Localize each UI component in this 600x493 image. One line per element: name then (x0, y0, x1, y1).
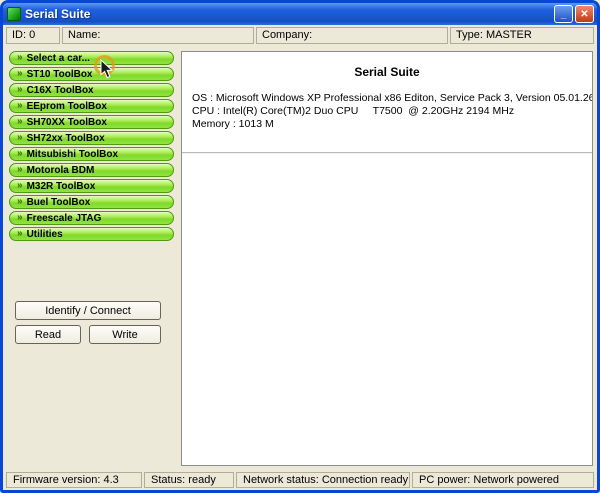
chevron-icon: » (17, 84, 23, 95)
sidebar-item-label: SH72xx ToolBox (26, 132, 105, 144)
main-panel-title: Serial Suite (354, 65, 420, 79)
minimize-button[interactable]: _ (554, 5, 573, 23)
sidebar-item-motorola-bdm[interactable]: » Motorola BDM (9, 163, 174, 177)
system-info-cpu: CPU : Intel(R) Core(TM)2 Duo CPU T7500 @… (192, 105, 515, 117)
sidebar-item-eeprom-toolbox[interactable]: » EEprom ToolBox (9, 99, 174, 113)
chevron-icon: » (17, 164, 23, 175)
system-info-os: OS : Microsoft Windows XP Professional x… (192, 92, 593, 104)
sidebar-item-st10-toolbox[interactable]: » ST10 ToolBox (9, 67, 174, 81)
sidebar-item-sh72xx-toolbox[interactable]: » SH72xx ToolBox (9, 131, 174, 145)
chevron-icon: » (17, 68, 23, 79)
sidebar-item-m32r-toolbox[interactable]: » M32R ToolBox (9, 179, 174, 193)
sidebar-item-select-a-car[interactable]: » Select a car... (9, 51, 174, 65)
sidebar-item-sh70xx-toolbox[interactable]: » SH70XX ToolBox (9, 115, 174, 129)
sidebar-item-label: EEprom ToolBox (26, 100, 107, 112)
type-field: Type: MASTER (450, 27, 594, 44)
chevron-icon: » (17, 100, 23, 111)
window-title: Serial Suite (25, 7, 91, 21)
status-bar: Firmware version: 4.3 Status: ready Netw… (3, 470, 597, 490)
sidebar-item-label: ST10 ToolBox (26, 68, 93, 80)
chevron-icon: » (17, 180, 23, 191)
action-buttons: Identify / Connect Read Write (9, 301, 177, 344)
sidebar-item-label: SH70XX ToolBox (26, 116, 107, 128)
ready-status: Status: ready (144, 472, 234, 488)
sidebar-item-label: Buel ToolBox (26, 196, 91, 208)
sidebar-item-freescale-jtag[interactable]: » Freescale JTAG (9, 211, 174, 225)
read-button[interactable]: Read (15, 325, 81, 344)
chevron-icon: » (17, 212, 23, 223)
name-field: Name: (62, 27, 254, 44)
sidebar-item-utilities[interactable]: » Utilities (9, 227, 174, 241)
sidebar-item-label: Freescale JTAG (26, 212, 102, 224)
chevron-icon: » (17, 52, 23, 63)
serial-suite-window: Serial Suite _ ✕ ID: 0 Name: Company: Ty… (0, 0, 600, 493)
company-field: Company: (256, 27, 448, 44)
chevron-icon: » (17, 148, 23, 159)
chevron-icon: » (17, 196, 23, 207)
sidebar-item-label: C16X ToolBox (26, 84, 94, 96)
identify-connect-button[interactable]: Identify / Connect (15, 301, 161, 320)
close-button[interactable]: ✕ (575, 5, 594, 23)
window-controls: _ ✕ (554, 5, 594, 23)
sidebar-item-c16x-toolbox[interactable]: » C16X ToolBox (9, 83, 174, 97)
sidebar: » Select a car... » ST10 ToolBox » C16X … (9, 51, 177, 466)
chevron-icon: » (17, 228, 23, 239)
sidebar-item-label: Select a car... (26, 52, 90, 64)
app-icon (7, 7, 21, 21)
sidebar-item-label: Mitsubishi ToolBox (26, 148, 119, 160)
title-bar[interactable]: Serial Suite _ ✕ (3, 3, 597, 25)
sidebar-item-label: M32R ToolBox (26, 180, 96, 192)
info-bar: ID: 0 Name: Company: Type: MASTER (3, 25, 597, 45)
main-panel: Serial Suite OS : Microsoft Windows XP P… (181, 51, 593, 466)
write-button[interactable]: Write (89, 325, 161, 344)
network-status: Network status: Connection ready (236, 472, 410, 488)
sidebar-item-label: Utilities (26, 228, 63, 240)
id-field: ID: 0 (6, 27, 60, 44)
pc-power-status: PC power: Network powered (412, 472, 594, 488)
sidebar-item-mitsubishi-toolbox[interactable]: » Mitsubishi ToolBox (9, 147, 174, 161)
chevron-icon: » (17, 132, 23, 143)
read-write-row: Read Write (15, 325, 161, 344)
firmware-version-status: Firmware version: 4.3 (6, 472, 142, 488)
system-info-memory: Memory : 1013 M (192, 118, 274, 130)
content-area: » Select a car... » ST10 ToolBox » C16X … (3, 45, 597, 470)
chevron-icon: » (17, 116, 23, 127)
panel-divider (182, 152, 592, 154)
sidebar-item-label: Motorola BDM (26, 164, 95, 176)
sidebar-item-buel-toolbox[interactable]: » Buel ToolBox (9, 195, 174, 209)
